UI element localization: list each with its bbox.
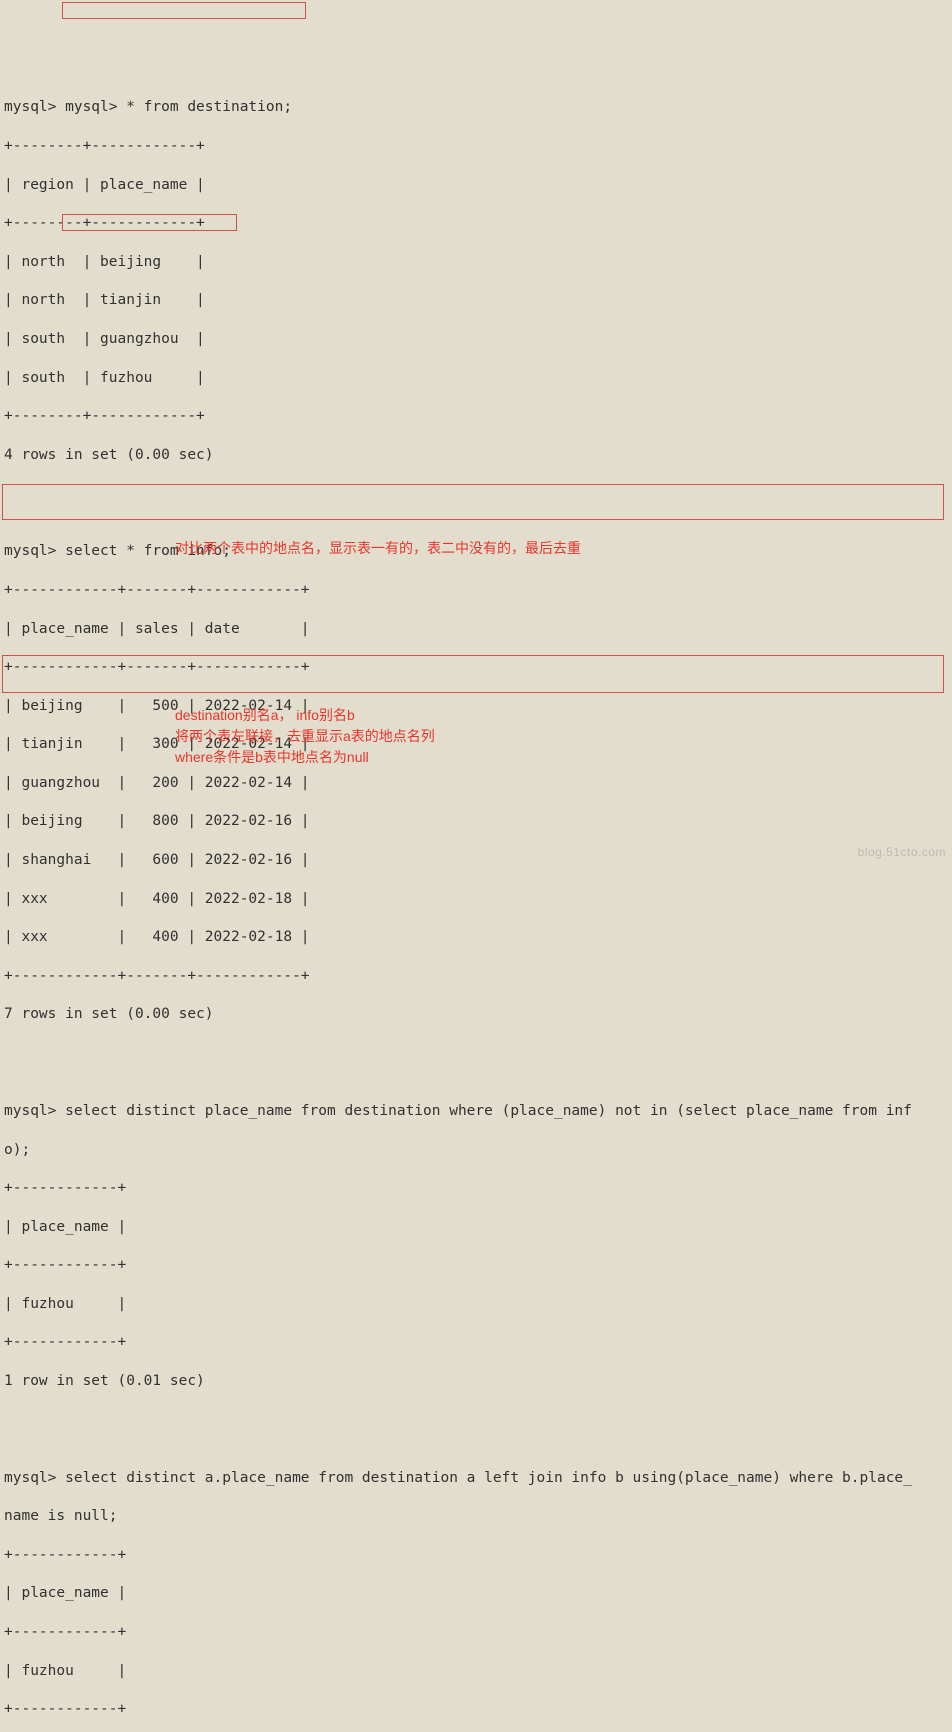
q3-header: | place_name | — [4, 1218, 948, 1237]
q3-sep-bot: +------------+ — [4, 1333, 948, 1352]
highlight-box-q1 — [62, 2, 306, 19]
q1-row: | north | beijing | — [4, 253, 948, 272]
q1-header: | region | place_name | — [4, 176, 948, 195]
q2-row: | beijing | 800 | 2022-02-16 | — [4, 812, 948, 831]
q3-sep-mid: +------------+ — [4, 1256, 948, 1275]
q1-sep-bot: +--------+------------+ — [4, 407, 948, 426]
q3-footer: 1 row in set (0.01 sec) — [4, 1372, 948, 1391]
q2-row: | xxx | 400 | 2022-02-18 | — [4, 890, 948, 909]
q2-sep-mid: +------------+-------+------------+ — [4, 658, 948, 677]
q3-sep-top: +------------+ — [4, 1179, 948, 1198]
annotation-compare: 对比两个表中的地点名，显示表一有的，表二中没有的，最后去重 — [175, 538, 581, 559]
q2-header: | place_name | sales | date | — [4, 620, 948, 639]
blank — [4, 1411, 948, 1430]
q2-row: | tianjin | 300 | 2022-02-14 | — [4, 735, 948, 754]
q4-cmd-line1: mysql> select distinct a.place_name from… — [4, 1469, 948, 1488]
q2-footer: 7 rows in set (0.00 sec) — [4, 1005, 948, 1024]
q3-cmd-line1: mysql> select distinct place_name from d… — [4, 1102, 948, 1121]
watermark: blog.51cto.com — [858, 843, 946, 862]
annotation-where: where条件是b表中地点名为null — [175, 747, 369, 768]
q4-sep-bot: +------------+ — [4, 1700, 948, 1719]
q1-row: | south | guangzhou | — [4, 330, 948, 349]
q1-row: | north | tianjin | — [4, 291, 948, 310]
q4-sep-mid: +------------+ — [4, 1623, 948, 1642]
q1-sep-top: +--------+------------+ — [4, 137, 948, 156]
q2-sep-bot: +------------+-------+------------+ — [4, 967, 948, 986]
blank — [4, 484, 948, 503]
q1-footer: 4 rows in set (0.00 sec) — [4, 446, 948, 465]
q1-cmd: mysql> mysql> * from destination; — [4, 98, 948, 117]
blank — [4, 1044, 948, 1063]
q2-row: | beijing | 500 | 2022-02-14 | — [4, 697, 948, 716]
q2-sep-top: +------------+-------+------------+ — [4, 581, 948, 600]
q2-row: | shanghai | 600 | 2022-02-16 | — [4, 851, 948, 870]
annotation-alias: destination别名a， info别名b — [175, 705, 355, 726]
q4-cmd-line2: name is null; — [4, 1507, 948, 1526]
q4-row: | fuzhou | — [4, 1662, 948, 1681]
annotation-join: 将两个表左联接，去重显示a表的地点名列 — [175, 726, 435, 747]
q2-row: | xxx | 400 | 2022-02-18 | — [4, 928, 948, 947]
q4-sep-top: +------------+ — [4, 1546, 948, 1565]
q3-row: | fuzhou | — [4, 1295, 948, 1314]
q4-header: | place_name | — [4, 1584, 948, 1603]
q2-row: | guangzhou | 200 | 2022-02-14 | — [4, 774, 948, 793]
q3-cmd-line2: o); — [4, 1141, 948, 1160]
q1-row: | south | fuzhou | — [4, 369, 948, 388]
q1-sep-mid: +--------+------------+ — [4, 214, 948, 233]
